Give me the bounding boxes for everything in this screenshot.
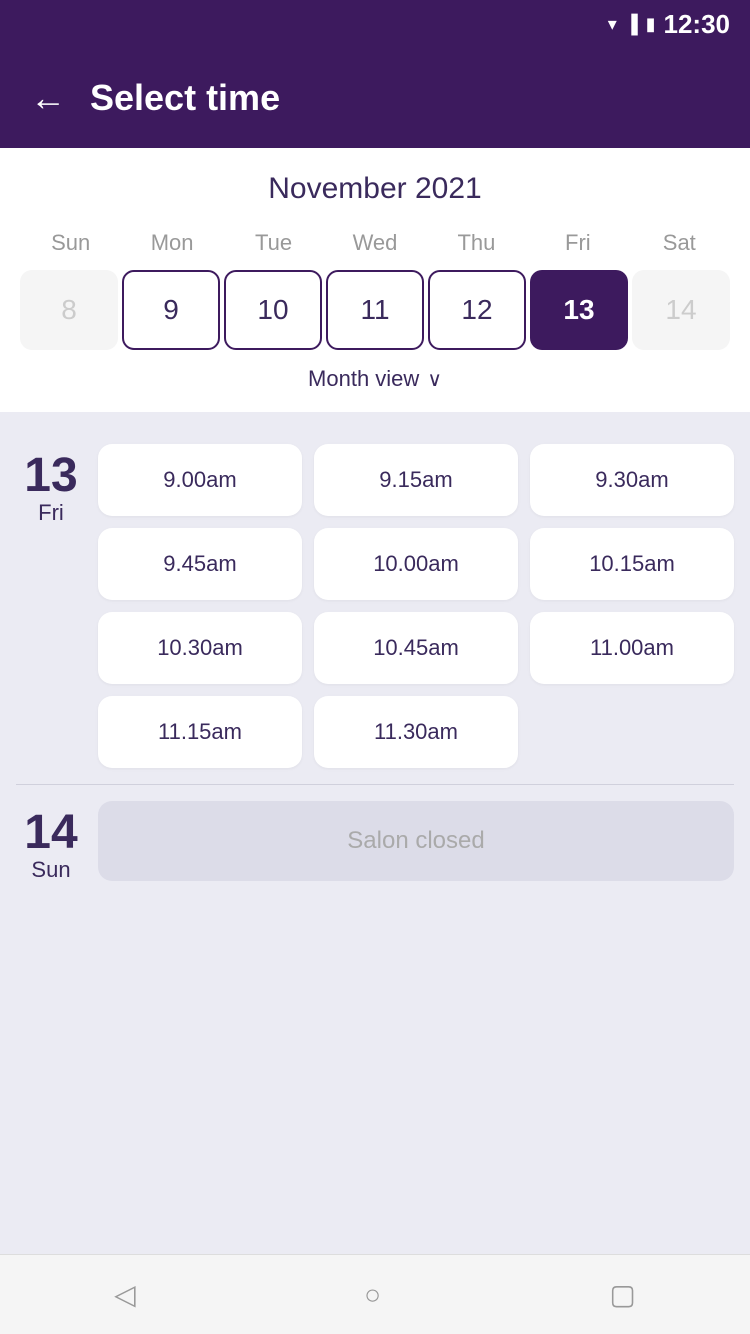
slot-930am[interactable]: 9.30am <box>530 444 734 516</box>
salon-closed: Salon closed <box>98 801 734 881</box>
signal-icon: ▐ <box>625 14 638 35</box>
day-14-number: 14 <box>24 809 77 857</box>
slot-1045am[interactable]: 10.45am <box>314 612 518 684</box>
closed-label: Salon closed <box>347 827 484 855</box>
weekday-tue: Tue <box>223 226 324 260</box>
day-12[interactable]: 12 <box>428 270 526 350</box>
day-13-name: Fri <box>38 500 64 526</box>
day-13-number: 13 <box>24 452 77 500</box>
nav-recents-icon[interactable]: ▢ <box>609 1278 635 1311</box>
weekday-thu: Thu <box>426 226 527 260</box>
days-row: 8 9 10 11 12 13 14 <box>20 270 730 350</box>
slot-1115am[interactable]: 11.15am <box>98 696 302 768</box>
day-13-slots: 9.00am 9.15am 9.30am 9.45am 10.00am 10.1… <box>98 444 734 768</box>
day-14-label: 14 Sun <box>16 801 86 883</box>
chevron-down-icon: ∨ <box>427 367 442 392</box>
slot-1015am[interactable]: 10.15am <box>530 528 734 600</box>
status-bar: ▾ ▐ ▮ 12:30 <box>0 0 750 48</box>
calendar-section: November 2021 Sun Mon Tue Wed Thu Fri Sa… <box>0 148 750 412</box>
day-10[interactable]: 10 <box>224 270 322 350</box>
wifi-icon: ▾ <box>608 14 617 35</box>
day-9[interactable]: 9 <box>122 270 220 350</box>
weekday-mon: Mon <box>121 226 222 260</box>
status-time: 12:30 <box>664 9 731 40</box>
nav-bar: ◁ ○ ▢ <box>0 1254 750 1334</box>
nav-home-icon[interactable]: ○ <box>364 1279 381 1311</box>
day-14[interactable]: 14 <box>632 270 730 350</box>
battery-icon: ▮ <box>646 14 656 35</box>
slot-900am[interactable]: 9.00am <box>98 444 302 516</box>
slot-1030am[interactable]: 10.30am <box>98 612 302 684</box>
month-year: November 2021 <box>20 172 730 206</box>
month-view-toggle[interactable]: Month view ∨ <box>20 350 730 396</box>
day-11[interactable]: 11 <box>326 270 424 350</box>
day-13-label: 13 Fri <box>16 444 86 768</box>
weekday-wed: Wed <box>324 226 425 260</box>
slot-1130am[interactable]: 11.30am <box>314 696 518 768</box>
slot-1100am[interactable]: 11.00am <box>530 612 734 684</box>
month-view-label: Month view <box>308 366 419 392</box>
weekday-headers: Sun Mon Tue Wed Thu Fri Sat <box>20 226 730 260</box>
weekday-sat: Sat <box>629 226 730 260</box>
slot-1000am[interactable]: 10.00am <box>314 528 518 600</box>
day-14-name: Sun <box>31 857 70 883</box>
day-14-block: 14 Sun Salon closed <box>16 785 734 899</box>
weekday-fri: Fri <box>527 226 628 260</box>
page-title: Select time <box>90 77 280 119</box>
day-13[interactable]: 13 <box>530 270 628 350</box>
nav-back-icon[interactable]: ◁ <box>114 1278 136 1311</box>
status-icons: ▾ ▐ ▮ 12:30 <box>608 9 730 40</box>
day-13-block: 13 Fri 9.00am 9.15am 9.30am 9.45am 10.00… <box>16 428 734 784</box>
slot-945am[interactable]: 9.45am <box>98 528 302 600</box>
time-section: 13 Fri 9.00am 9.15am 9.30am 9.45am 10.00… <box>0 412 750 1254</box>
header: ← Select time <box>0 48 750 148</box>
day-8[interactable]: 8 <box>20 270 118 350</box>
slot-915am[interactable]: 9.15am <box>314 444 518 516</box>
back-button[interactable]: ← <box>30 80 66 116</box>
weekday-sun: Sun <box>20 226 121 260</box>
